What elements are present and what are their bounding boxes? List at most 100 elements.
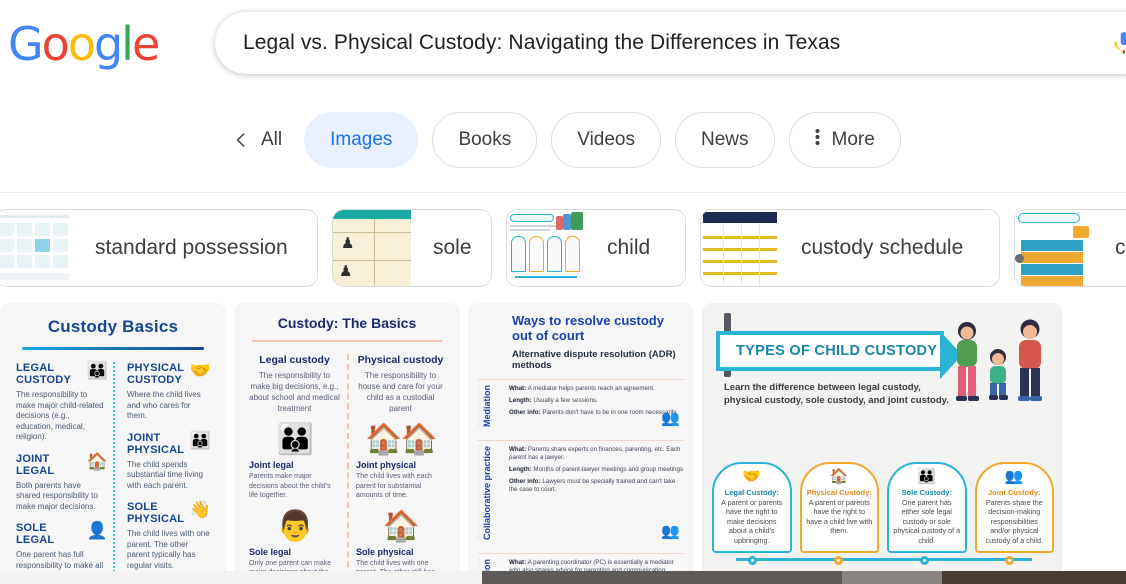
logo-letter-o1: o	[42, 21, 68, 67]
section-heading: Joint physical	[356, 460, 445, 470]
tab-videos-label: Videos	[577, 129, 635, 151]
card-body: A parent or parents have the right to ma…	[718, 498, 786, 546]
adr-length: Months of parent-lawyer meetings and gro…	[533, 466, 683, 473]
tab-books[interactable]: Books	[432, 112, 537, 168]
page-bottom-cutoff	[0, 571, 1126, 584]
tab-books-label: Books	[458, 129, 511, 151]
search-input[interactable]	[243, 31, 1100, 55]
family-group-icon: 👪	[87, 362, 107, 379]
section-body: The child lives with one parent. The oth…	[127, 529, 210, 571]
section-heading: Legal custody	[249, 354, 340, 366]
infographic-title: Custody: The Basics	[234, 315, 460, 331]
label-what: What:	[509, 446, 526, 453]
infographic-lead: Learn the difference between legal custo…	[724, 381, 954, 407]
adr-other: Parents don't have to be in one room nec…	[542, 409, 677, 416]
image-results-grid: Custody Basics LEGAL CUSTODY 👪 The respo…	[0, 303, 1126, 571]
house-family-icon: 🏠	[806, 468, 874, 486]
chip-thumbnail: ♟ ♟	[333, 210, 411, 286]
label-length: Length:	[509, 466, 532, 473]
section-body: Only one parent can make major decisions…	[249, 559, 340, 572]
label-other: Other info:	[509, 478, 541, 485]
single-person-icon: 👤	[87, 522, 107, 539]
label-what: What:	[509, 559, 526, 566]
three-dots-vertical-icon	[815, 128, 820, 152]
related-chip-child[interactable]: child	[506, 209, 686, 287]
timeline-dot	[748, 556, 757, 565]
section-heading: PHYSICAL CUSTODY	[127, 362, 190, 386]
hand-holding-person-icon: 👋	[190, 501, 210, 518]
family-mother-child-father-illustration	[942, 317, 1052, 409]
card-heading: Joint Custody:	[981, 488, 1049, 497]
adr-row: Parenting coordination What: A parenting…	[478, 553, 684, 571]
two-parents-child-silhouette: 👪	[249, 424, 340, 456]
section-heading: JOINT PHYSICAL	[127, 432, 190, 456]
related-chip-custody-evaluation[interactable]: cus	[1014, 209, 1126, 287]
hands-holding-child-icon: 🤝	[190, 362, 210, 379]
mediation-table-icon: 👥	[661, 409, 680, 427]
image-result-ways-to-resolve-custody[interactable]: Ways to resolve custody out of court Alt…	[468, 303, 694, 571]
adr-what: A mediator helps parents reach an agreem…	[528, 385, 655, 392]
section-body: The responsibility to make big decisions…	[249, 370, 340, 414]
related-chip-standard-possession[interactable]: standard possession	[0, 209, 318, 287]
tab-news[interactable]: News	[675, 112, 775, 168]
logo-letter-e: e	[132, 21, 158, 67]
adr-row: Collaborative practice What: Parents sha…	[478, 440, 684, 545]
label-what: What:	[509, 385, 526, 392]
tab-images[interactable]: Images	[304, 112, 418, 168]
section-heading: Sole physical	[356, 547, 445, 557]
related-searches-row[interactable]: standard possession ♟ ♟ sole child custo…	[0, 193, 1126, 303]
parents-question-child-icon: 👪	[893, 468, 961, 486]
signpost-banner: TYPES OF CHILD CUSTODY	[716, 331, 944, 371]
two-parents-child-icon: 👪	[190, 432, 210, 449]
chevron-left-icon	[232, 131, 250, 149]
one-parent-child-silhouette: 👨	[249, 511, 340, 543]
tab-more-label: More	[832, 129, 875, 151]
related-chip-sole[interactable]: ♟ ♟ sole	[332, 209, 492, 287]
custody-card: 👪 Sole Custody: One parent has either so…	[887, 462, 967, 554]
image-result-types-of-child-custody[interactable]: TYPES OF CHILD CUSTODY Learn the differe…	[702, 303, 1062, 571]
chip-thumbnail	[701, 210, 779, 286]
adr-method-label: Mediation	[478, 385, 502, 427]
chip-label: cus	[1093, 236, 1126, 260]
infographic-subtitle: Alternative dispute resolution (ADR) met…	[468, 343, 694, 371]
custody-card: 👥 Joint Custody: Parents share the decis…	[975, 462, 1055, 554]
chip-label: standard possession	[73, 236, 310, 260]
tab-images-label: Images	[330, 129, 392, 151]
tab-more[interactable]: More	[789, 112, 901, 168]
search-bar[interactable]	[215, 12, 1126, 74]
back-to-all-button[interactable]: All	[232, 129, 282, 151]
section-body: The responsibility to make major child-r…	[16, 390, 107, 443]
label-other: Other info:	[509, 409, 541, 416]
tab-videos[interactable]: Videos	[551, 112, 661, 168]
microphone-icon[interactable]	[1100, 19, 1126, 67]
chip-thumbnail	[1015, 210, 1093, 286]
tab-news-label: News	[701, 129, 749, 151]
card-heading: Legal Custody:	[718, 488, 786, 497]
google-logo[interactable]: Google	[8, 21, 158, 67]
card-heading: Physical Custody:	[806, 488, 874, 497]
chip-label: custody schedule	[779, 236, 985, 260]
image-result-custody-basics[interactable]: Custody Basics LEGAL CUSTODY 👪 The respo…	[0, 303, 226, 571]
card-heading: Sole Custody:	[893, 488, 961, 497]
logo-letter-o2: o	[68, 21, 94, 67]
page-header: Google	[0, 0, 1126, 88]
hands-holding-child-icon: 🤝	[718, 468, 786, 486]
infographic-title: Custody Basics	[0, 317, 226, 337]
section-body: The child spends substantial time living…	[127, 460, 210, 492]
family-house-icon: 🏠	[87, 453, 107, 470]
adr-row: Mediation What: A mediator helps parents…	[478, 379, 684, 432]
timeline-dot	[920, 556, 929, 565]
section-heading: SOLE LEGAL	[16, 522, 87, 546]
section-body: Parents make major decisions about the c…	[249, 472, 340, 501]
chip-label: sole	[411, 236, 492, 260]
section-heading: JOINT LEGAL	[16, 453, 87, 477]
custody-card: 🤝 Legal Custody: A parent or parents hav…	[712, 462, 792, 554]
section-heading: SOLE PHYSICAL	[127, 501, 190, 525]
related-chip-custody-schedule[interactable]: custody schedule	[700, 209, 1000, 287]
section-body: The child lives with each parent for sub…	[356, 472, 445, 501]
section-body: Both parents have shared responsibility …	[16, 481, 107, 513]
adr-what: Parents share experts on finances, paren…	[509, 446, 680, 461]
custody-card: 🏠 Physical Custody: A parent or parents …	[800, 462, 880, 554]
adr-what: A parenting coordinator (PC) is essentia…	[509, 559, 674, 571]
image-result-custody-the-basics[interactable]: Custody: The Basics Legal custody The re…	[234, 303, 460, 571]
